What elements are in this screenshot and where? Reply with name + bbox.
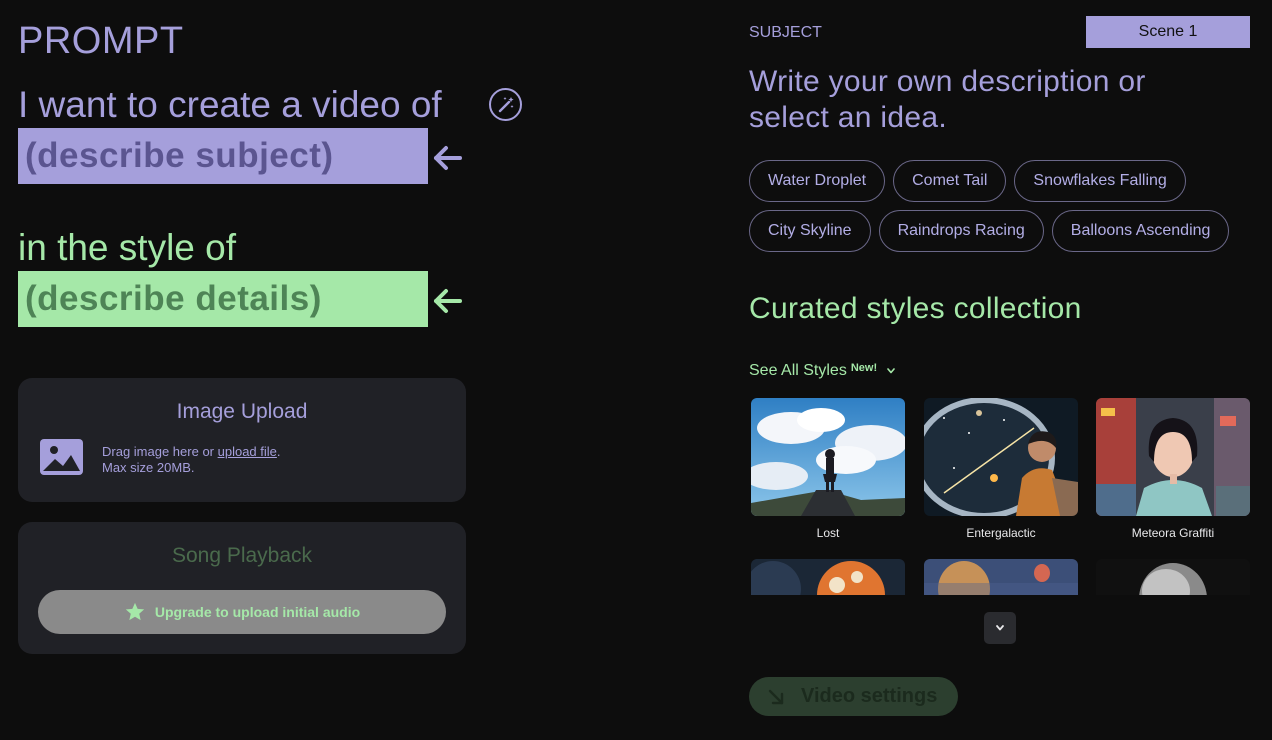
style-thumbnail bbox=[1096, 398, 1250, 516]
see-all-styles-label: See All Styles bbox=[749, 362, 847, 379]
see-all-styles-button[interactable]: See All Styles New! bbox=[749, 362, 896, 380]
idea-chip[interactable]: City Skyline bbox=[749, 210, 871, 252]
prompt-title: PROMPT bbox=[18, 20, 184, 62]
song-playback-title: Song Playback bbox=[171, 544, 313, 567]
magic-wand-icon bbox=[498, 96, 514, 112]
new-badge: New! bbox=[850, 362, 878, 374]
details-input[interactable]: (describe details) bbox=[18, 271, 428, 327]
upload-instructions: Drag image here or upload file. Max size… bbox=[102, 444, 281, 476]
style-label: Meteora Graffiti bbox=[1131, 526, 1215, 540]
image-icon bbox=[40, 439, 83, 475]
subject-input[interactable]: (describe subject) bbox=[18, 128, 428, 184]
style-thumbnail bbox=[924, 559, 1078, 595]
prompt-line-style-of: in the style of bbox=[18, 227, 237, 268]
style-thumbnail bbox=[1096, 559, 1250, 595]
style-tile[interactable] bbox=[1096, 559, 1250, 595]
idea-chip[interactable]: Snowflakes Falling bbox=[1014, 160, 1186, 202]
star-icon bbox=[125, 602, 144, 621]
idea-chip[interactable]: Water Droplet bbox=[749, 160, 886, 202]
image-upload-title: Image Upload bbox=[176, 400, 308, 423]
image-upload-card[interactable]: Image Upload Drag image here or upload f… bbox=[18, 378, 466, 502]
style-label: Entergalactic bbox=[966, 526, 1036, 540]
style-thumbnail bbox=[751, 398, 905, 516]
idea-chips: Water Droplet Comet Tail Snowflakes Fall… bbox=[749, 160, 1259, 252]
upload-file-link[interactable]: upload file bbox=[218, 444, 277, 459]
scene-selector-button[interactable]: Scene 1 bbox=[1086, 16, 1250, 48]
magic-wand-button[interactable] bbox=[489, 88, 522, 121]
idea-chip[interactable]: Balloons Ascending bbox=[1051, 210, 1230, 252]
song-playback-card: Song Playback Upgrade to upload initial … bbox=[18, 522, 466, 654]
arrow-down-right-icon bbox=[768, 689, 784, 704]
subject-heading: Write your own description or select an … bbox=[749, 65, 1146, 134]
upload-text-prefix: Drag image here or bbox=[102, 444, 218, 459]
style-label: Lost bbox=[816, 526, 840, 540]
styles-grid: Lost Entergalactic Meteora Graffiti bbox=[749, 396, 1250, 595]
prompt-line-video-of: I want to create a video of bbox=[18, 84, 442, 125]
arrow-left-icon bbox=[434, 146, 462, 170]
idea-chip[interactable]: Comet Tail bbox=[893, 160, 1007, 202]
style-tile-entergalactic[interactable]: Entergalactic bbox=[924, 398, 1078, 540]
show-more-styles-button[interactable] bbox=[984, 612, 1016, 644]
chevron-down-icon bbox=[887, 368, 895, 374]
style-tile-lost[interactable]: Lost bbox=[751, 398, 905, 540]
upload-text-suffix: . bbox=[276, 444, 281, 459]
upgrade-audio-button[interactable]: Upgrade to upload initial audio bbox=[38, 590, 446, 634]
chevron-down-icon bbox=[996, 625, 1004, 631]
video-settings-label: Video settings bbox=[801, 685, 938, 707]
arrow-left-icon bbox=[434, 289, 462, 313]
idea-chip[interactable]: Raindrops Racing bbox=[878, 210, 1044, 252]
upgrade-audio-label: Upgrade to upload initial audio bbox=[154, 604, 361, 620]
subject-label: SUBJECT bbox=[749, 24, 822, 41]
style-tile[interactable] bbox=[751, 559, 905, 595]
style-tile[interactable] bbox=[924, 559, 1078, 595]
style-thumbnail bbox=[751, 559, 905, 595]
upload-max-size: Max size 20MB. bbox=[102, 460, 195, 475]
curated-styles-heading: Curated styles collection bbox=[749, 292, 1082, 325]
video-settings-button[interactable]: Video settings bbox=[749, 677, 958, 716]
style-thumbnail bbox=[924, 398, 1078, 516]
style-tile-meteora-graffiti[interactable]: Meteora Graffiti bbox=[1096, 398, 1250, 540]
